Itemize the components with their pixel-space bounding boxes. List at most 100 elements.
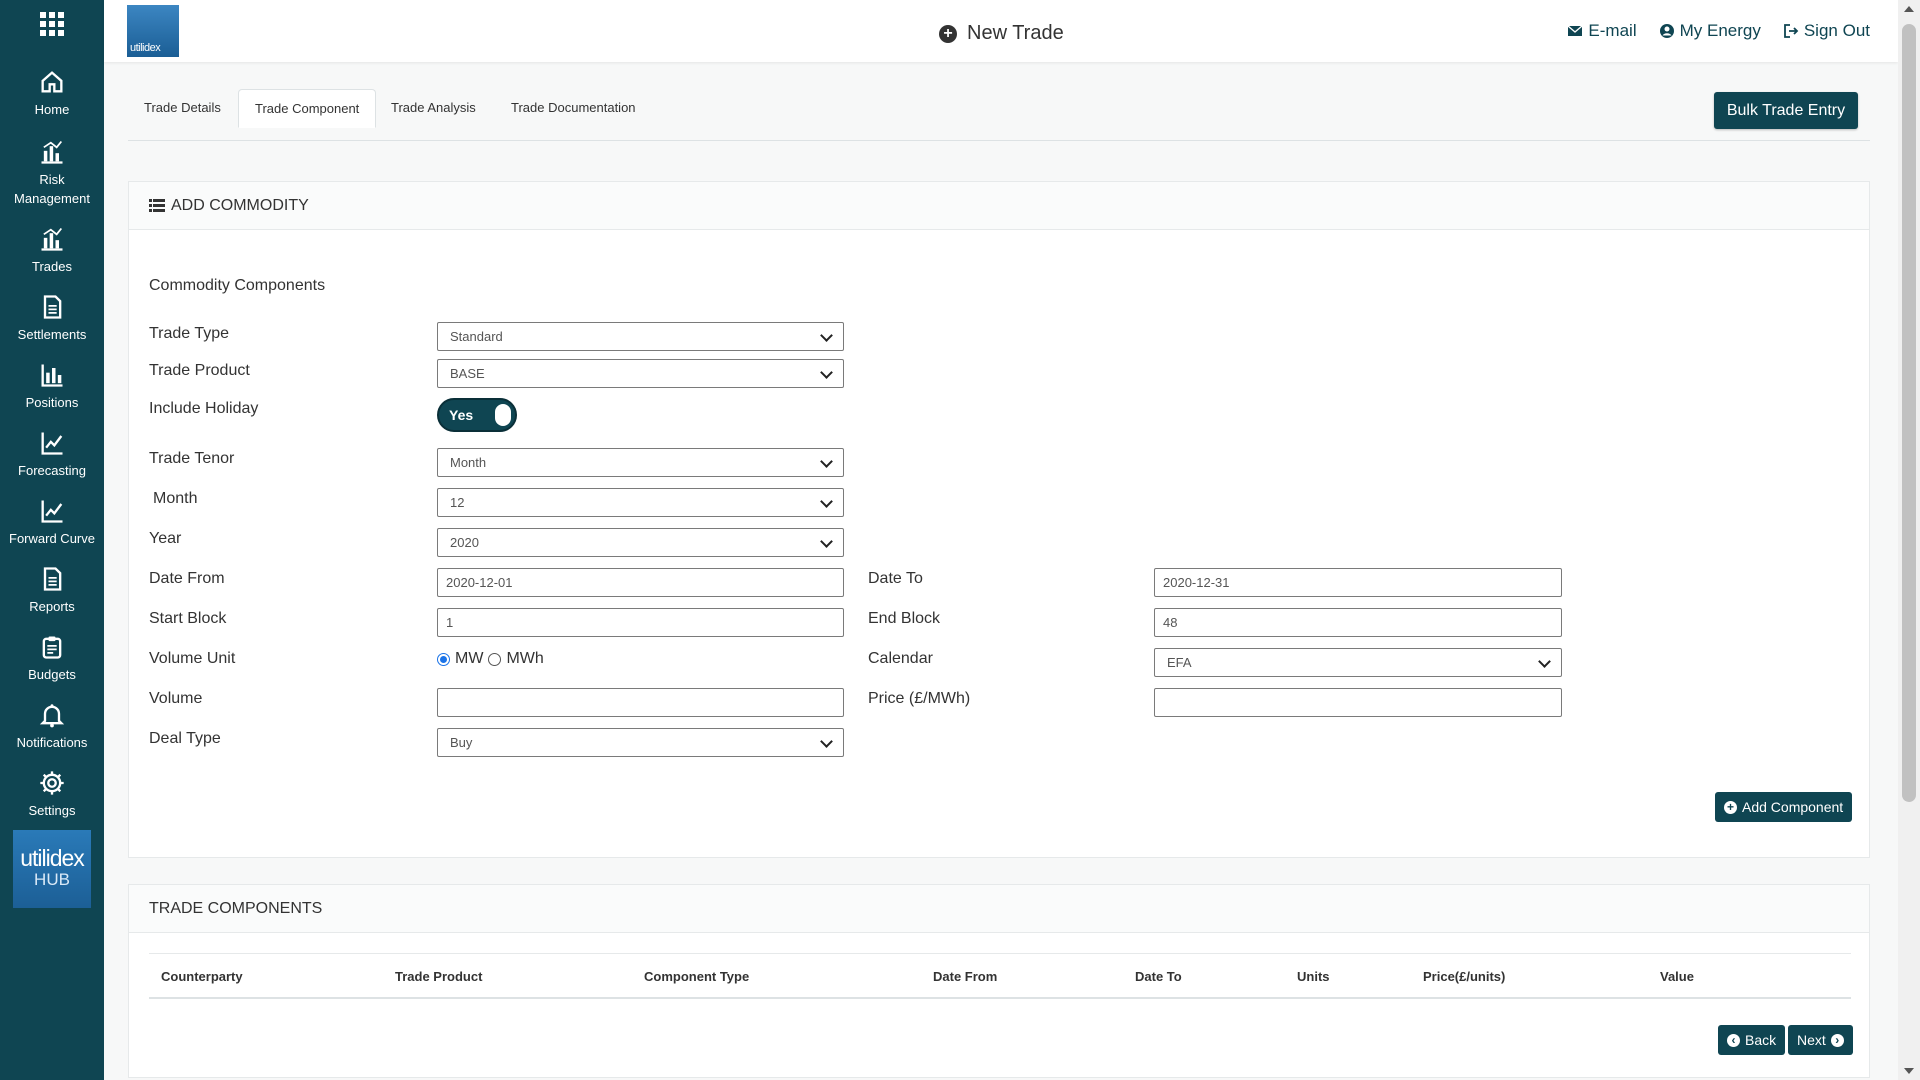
clipboard-icon [42, 636, 62, 659]
page-title-text: New Trade [967, 22, 1064, 44]
brand-logo[interactable]: utilidex [127, 5, 179, 57]
list-icon [149, 199, 165, 212]
trade-product-label: Trade Product [149, 362, 250, 379]
trade-type-value: Standard [450, 329, 503, 344]
sidebar-item-trades[interactable]: Trades [0, 225, 104, 276]
trade-type-select[interactable]: Standard [437, 322, 844, 351]
bulk-trade-entry-button[interactable]: Bulk Trade Entry [1714, 92, 1858, 129]
start-block-value: 1 [446, 615, 454, 630]
include-holiday-toggle[interactable]: Yes [437, 398, 517, 432]
price-input[interactable] [1154, 688, 1562, 717]
home-icon [41, 71, 63, 93]
tab-trade-details[interactable]: Trade Details [128, 89, 237, 127]
plus-circle-icon: + [1724, 800, 1737, 814]
document-icon [43, 295, 62, 319]
sidebar-item-risk-management[interactable]: Risk Management [0, 138, 104, 208]
back-button[interactable]: ‹ Back [1718, 1025, 1786, 1055]
trade-components-panel: TRADE COMPONENTS Counterparty Trade Prod… [128, 884, 1870, 1078]
sidebar-item-label: Budgets [28, 667, 76, 682]
sidebar-item-label: Home [34, 102, 70, 117]
end-block-input[interactable]: 48 [1154, 608, 1562, 637]
column-header-date-to: Date To [1135, 969, 1182, 984]
sidebar-item-forecasting[interactable]: Forecasting [0, 429, 104, 480]
sign-out-link-label: Sign Out [1803, 21, 1870, 40]
sidebar-item-settings[interactable]: Settings [0, 769, 104, 820]
year-select[interactable]: 2020 [437, 528, 844, 557]
sidebar-item-forward-curve[interactable]: Forward Curve [0, 497, 104, 548]
column-chart-icon [41, 364, 63, 387]
sidebar-item-positions[interactable]: Positions [0, 361, 104, 412]
calendar-select[interactable]: EFA [1154, 648, 1562, 677]
date-to-input[interactable]: 2020-12-31 [1154, 568, 1562, 597]
scroll-down-arrow[interactable] [1904, 1068, 1914, 1074]
trade-components-title: TRADE COMPONENTS [149, 899, 323, 917]
month-label: Month [153, 490, 198, 507]
trade-tenor-select[interactable]: Month [437, 448, 844, 477]
end-block-value: 48 [1163, 615, 1178, 630]
column-header-price: Price(£/units) [1423, 969, 1506, 984]
volume-unit-radio-group: MW MWh [437, 650, 544, 668]
trade-components-table-header: Counterparty Trade Product Component Typ… [149, 953, 1851, 999]
plus-circle-icon: + [939, 24, 957, 43]
toggle-knob [495, 404, 511, 426]
next-button-label: Next [1797, 1032, 1826, 1048]
trade-product-select[interactable]: BASE [437, 359, 844, 388]
deal-type-select[interactable]: Buy [437, 728, 844, 757]
bell-icon [39, 704, 65, 728]
sidebar: Home Risk Management Trades Settlements … [0, 0, 104, 1080]
add-component-button[interactable]: + Add Component [1715, 792, 1853, 822]
trade-type-label: Trade Type [149, 325, 230, 342]
sidebar-item-reports[interactable]: Reports [0, 565, 104, 616]
trade-components-header: TRADE COMPONENTS [129, 885, 1869, 933]
sidebar-item-label: Reports [29, 599, 75, 614]
volume-unit-mw-label: MW [455, 650, 484, 667]
arrow-left-circle-icon: ‹ [1727, 1033, 1740, 1047]
calendar-label: Calendar [868, 650, 933, 667]
sidebar-item-home[interactable]: Home [0, 68, 104, 119]
sidebar-item-label: Notifications [16, 735, 88, 750]
volume-unit-label: Volume Unit [149, 650, 236, 667]
next-button[interactable]: Next › [1788, 1025, 1853, 1055]
month-value: 12 [450, 495, 465, 510]
start-block-input[interactable]: 1 [437, 608, 844, 637]
sidebar-item-budgets[interactable]: Budgets [0, 633, 104, 684]
sidebar-item-label: Forward Curve [9, 531, 95, 546]
sidebar-item-label: Forecasting [18, 463, 86, 478]
sign-out-icon [1783, 24, 1799, 38]
page-scrollbar[interactable] [1898, 0, 1920, 1080]
my-energy-link[interactable]: My Energy [1659, 21, 1761, 41]
tab-trade-analysis[interactable]: Trade Analysis [375, 89, 492, 127]
email-link[interactable]: E-mail [1567, 21, 1637, 41]
sidebar-item-notifications[interactable]: Notifications [0, 701, 104, 752]
arrow-right-circle-icon: › [1830, 1033, 1844, 1047]
year-label: Year [149, 530, 182, 547]
volume-unit-mwh-radio[interactable] [488, 652, 502, 666]
add-commodity-title: ADD COMMODITY [171, 196, 309, 214]
sidebar-item-label: Positions [25, 395, 79, 410]
bar-chart-icon [41, 140, 63, 164]
column-header-units: Units [1297, 969, 1330, 984]
volume-input[interactable] [437, 688, 844, 717]
tab-trade-component[interactable]: Trade Component [238, 89, 377, 128]
month-select[interactable]: 12 [437, 488, 844, 517]
calendar-value: EFA [1167, 655, 1192, 670]
apps-grid-icon[interactable] [40, 12, 64, 36]
sign-out-link[interactable]: Sign Out [1783, 21, 1870, 41]
add-component-label: Add Component [1742, 799, 1844, 815]
scroll-up-arrow[interactable] [1904, 6, 1914, 12]
deal-type-label: Deal Type [149, 730, 221, 747]
date-from-input[interactable]: 2020-12-01 [437, 568, 844, 597]
page-title: + New Trade [939, 22, 1064, 45]
date-from-label: Date From [149, 570, 225, 587]
scrollbar-thumb[interactable] [1902, 24, 1916, 802]
envelope-icon [1567, 25, 1583, 36]
add-commodity-panel: ADD COMMODITY Commodity Components Trade… [128, 181, 1870, 858]
sidebar-item-settlements[interactable]: Settlements [0, 293, 104, 344]
volume-unit-mw-radio[interactable] [437, 652, 450, 666]
line-chart-icon [41, 500, 63, 523]
tab-trade-documentation[interactable]: Trade Documentation [495, 89, 652, 127]
bar-chart-icon [41, 227, 63, 251]
volume-label: Volume [149, 690, 203, 707]
column-header-component-type: Component Type [644, 969, 750, 984]
include-holiday-toggle-label: Yes [449, 407, 474, 423]
